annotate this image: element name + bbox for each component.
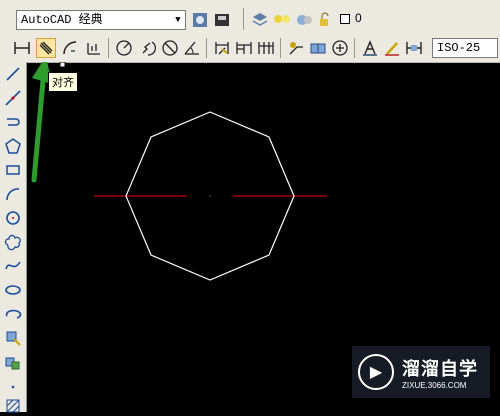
- toolbar-separator: [243, 8, 244, 30]
- line-icon[interactable]: [3, 64, 23, 84]
- center-point: [209, 195, 211, 197]
- hatch-icon[interactable]: [3, 396, 23, 416]
- radius-dimension-icon[interactable]: [114, 38, 134, 58]
- revision-cloud-icon[interactable]: [3, 232, 23, 252]
- rectangle-icon[interactable]: [3, 160, 23, 180]
- center-mark-icon[interactable]: [330, 38, 350, 58]
- continue-dimension-icon[interactable]: [256, 38, 276, 58]
- layer-lock-icon[interactable]: [316, 10, 336, 30]
- workspace-select[interactable]: AutoCAD 经典 ▼: [16, 10, 186, 30]
- angular-dimension-icon[interactable]: [182, 38, 202, 58]
- spline-icon[interactable]: [3, 256, 23, 276]
- workspace-settings-icon[interactable]: [190, 10, 210, 30]
- standard-toolbar-row: AutoCAD 经典 ▼ 0: [0, 0, 500, 35]
- tooltip: 对齐: [48, 72, 78, 92]
- dimension-style-select[interactable]: ISO-25: [432, 38, 498, 58]
- dimension-edit-icon[interactable]: [360, 38, 380, 58]
- workspace-save-icon[interactable]: [212, 10, 232, 30]
- watermark: ▶ 溜溜自学 ZIXUE.3066.COM: [352, 346, 490, 398]
- watermark-url: ZIXUE.3066.COM: [402, 380, 467, 390]
- toolbar-separator: [354, 38, 355, 58]
- baseline-dimension-icon[interactable]: [234, 38, 254, 58]
- insert-block-icon[interactable]: [3, 328, 23, 348]
- chevron-down-icon[interactable]: ▼: [171, 11, 185, 29]
- point-icon[interactable]: [3, 376, 23, 396]
- diameter-dimension-icon[interactable]: [160, 38, 180, 58]
- ellipse-arc-icon[interactable]: [3, 304, 23, 324]
- tolerance-icon[interactable]: [308, 38, 328, 58]
- quick-leader-icon[interactable]: [286, 38, 306, 58]
- aligned-dimension-icon[interactable]: [36, 38, 56, 58]
- polyline-icon[interactable]: [3, 112, 23, 132]
- ellipse-icon[interactable]: [3, 280, 23, 300]
- dimension-update-icon[interactable]: [404, 38, 424, 58]
- draw-toolbar: [0, 62, 27, 413]
- jogged-dimension-icon[interactable]: [138, 38, 158, 58]
- layer-manager-icon[interactable]: [250, 10, 270, 30]
- circle-icon[interactable]: [3, 208, 23, 228]
- construction-line-icon[interactable]: [3, 88, 23, 108]
- quick-dimension-icon[interactable]: [212, 38, 232, 58]
- make-block-icon[interactable]: [3, 352, 23, 372]
- workspace-select-value: AutoCAD 经典: [21, 13, 103, 27]
- layer-freeze-icon[interactable]: [294, 10, 314, 30]
- dimension-style-value: ISO-25: [437, 41, 481, 55]
- linear-dimension-icon[interactable]: [12, 38, 32, 58]
- arc-icon[interactable]: [3, 184, 23, 204]
- polygon-icon[interactable]: [3, 136, 23, 156]
- layer-name[interactable]: 0: [355, 11, 362, 25]
- cursor-box: [59, 62, 66, 68]
- toolbar-separator: [108, 38, 109, 58]
- green-arrow-shaft: [31, 67, 47, 183]
- watermark-brand: 溜溜自学: [402, 358, 478, 380]
- dimension-toolbar-row: ISO-25: [0, 34, 500, 63]
- layer-state-icon[interactable]: [272, 10, 292, 30]
- toolbar-separator: [280, 38, 281, 58]
- toolbar-separator: [206, 38, 207, 58]
- dimension-text-edit-icon[interactable]: [382, 38, 402, 58]
- layer-color-swatch: [340, 14, 350, 24]
- ordinate-dimension-icon[interactable]: [84, 38, 104, 58]
- play-icon: ▶: [358, 354, 394, 390]
- arc-length-icon[interactable]: [60, 38, 80, 58]
